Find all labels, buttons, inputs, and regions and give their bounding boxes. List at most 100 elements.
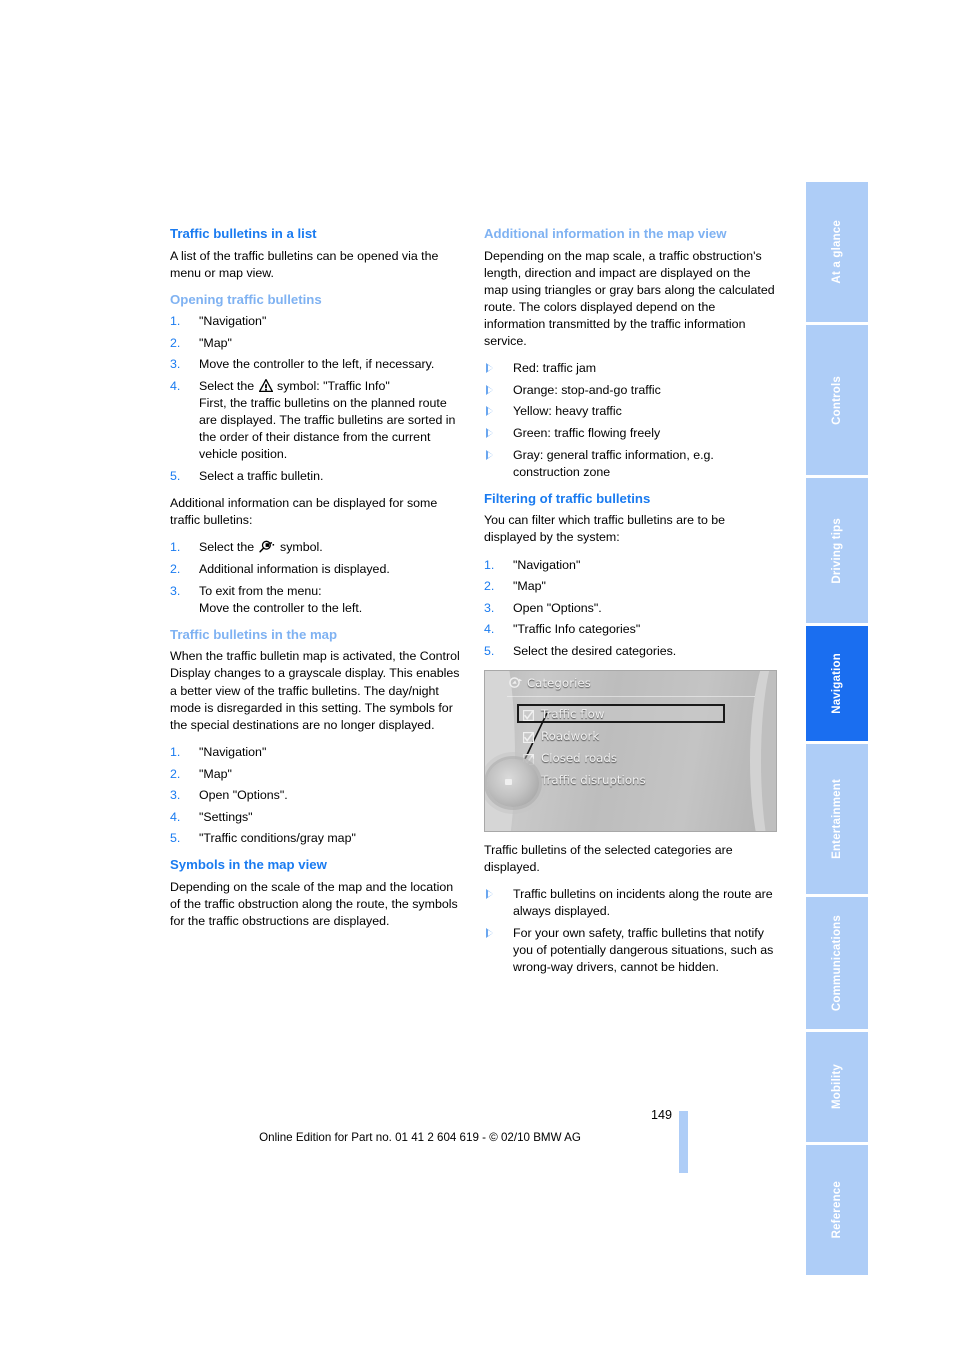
section-filtering-of-traffic-bulletins: Filtering of traffic bulletins You can f… xyxy=(484,491,777,977)
step-text: "Traffic Info categories" xyxy=(513,622,641,637)
right-text-column: Additional information in the map view D… xyxy=(484,226,777,990)
sidebar-tab-label: Controls xyxy=(831,375,843,425)
step-number: 5. xyxy=(170,469,181,484)
list-item: 3. Move the controller to the left, if n… xyxy=(170,356,463,373)
steps-additional-information: 1. Select the symbol. 2. Additional infor… xyxy=(170,539,463,616)
list-item: Red: traffic jam xyxy=(484,360,777,377)
sidebar-tab-navigation[interactable]: Navigation xyxy=(806,626,868,741)
sidebar-tab-label: Driving tips xyxy=(831,517,843,584)
sidebar-tab-label: Mobility xyxy=(831,1064,843,1110)
step-number: 2. xyxy=(170,562,181,577)
list-item: For your own safety, traffic bulletins t… xyxy=(484,925,777,976)
traffic-info-icon xyxy=(509,677,524,690)
category-item-label[interactable]: Roadwork xyxy=(541,729,599,743)
paragraph-map-intro: When the traffic bulletin map is activat… xyxy=(170,649,460,732)
sidebar-tab-communications[interactable]: Communications xyxy=(806,897,868,1029)
step-number: 4. xyxy=(170,379,181,394)
page-edge-marker xyxy=(679,1111,688,1173)
step-number: 2. xyxy=(170,335,181,350)
steps-traffic-bulletins-in-the-map: 1. "Navigation" 2. "Map" 3. Open "Option… xyxy=(170,744,463,848)
step-number: 2. xyxy=(170,766,181,781)
category-item-label[interactable]: Traffic disruptions xyxy=(541,773,646,787)
sidebar-tab-label: At a glance xyxy=(831,220,843,284)
sidebar-tab-mobility[interactable]: Mobility xyxy=(806,1032,868,1142)
list-item: Green: traffic flowing freely xyxy=(484,425,777,442)
triangle-bullet-icon xyxy=(486,384,493,395)
category-item-label[interactable]: Traffic flow xyxy=(541,707,605,721)
sidebar-tab-controls[interactable]: Controls xyxy=(806,325,868,475)
bullets-filtering-notes: Traffic bulletins on incidents along the… xyxy=(484,886,777,976)
list-item: 4. "Settings" xyxy=(170,809,463,826)
step-text: "Map" xyxy=(199,766,232,781)
heading-symbols-in-the-map-view: Symbols in the map view xyxy=(170,857,327,873)
sidebar-tab-at-a-glance[interactable]: At a glance xyxy=(806,182,868,322)
step-number: 4. xyxy=(484,622,495,637)
triangle-bullet-icon xyxy=(486,928,493,939)
list-item: 1. "Navigation" xyxy=(170,313,463,330)
list-item: Gray: general traffic information, e.g. … xyxy=(484,447,777,481)
manual-page: At a glance Controls Driving tips Navigatio… xyxy=(0,0,954,1350)
triangle-bullet-icon xyxy=(486,427,493,438)
step-text: "Navigation" xyxy=(199,744,267,759)
step-text-before-icon: Select the xyxy=(199,379,258,394)
sidebar-tab-entertainment[interactable]: Entertainment xyxy=(806,744,868,894)
step-number: 4. xyxy=(170,809,181,824)
list-item: 2. Additional information is displayed. xyxy=(170,561,463,578)
section-opening-traffic-bulletins: Opening traffic bulletins 1. "Navigation… xyxy=(170,292,463,617)
step-text: Select the desired categories. xyxy=(513,643,677,658)
footer-copyright-note: Online Edition for Part no. 01 41 2 604 … xyxy=(259,1131,581,1144)
step-text: "Settings" xyxy=(199,809,253,824)
triangle-bullet-icon xyxy=(486,449,493,460)
sidebar-tab-driving-tips[interactable]: Driving tips xyxy=(806,478,868,623)
section-tab-rail: At a glance Controls Driving tips Navigatio… xyxy=(806,182,868,1275)
step-text: To exit from the menu: xyxy=(199,583,322,598)
list-item: 2. "Map" xyxy=(170,335,463,352)
step-number: 3. xyxy=(170,583,181,598)
step-text: "Map" xyxy=(199,335,232,350)
list-item: 5. Select the desired categories. xyxy=(484,643,777,660)
step-subtext: Move the controller to the left. xyxy=(199,600,363,615)
step-number: 1. xyxy=(170,540,181,555)
step-number: 5. xyxy=(170,831,181,846)
list-item: 2. "Map" xyxy=(170,766,463,783)
section-symbols-in-the-map-view: Symbols in the map view Depending on the… xyxy=(170,857,463,930)
step-number: 5. xyxy=(484,643,495,658)
triangle-bullet-icon xyxy=(486,363,493,374)
heading-opening-traffic-bulletins: Opening traffic bulletins xyxy=(170,291,322,307)
step-text: "Navigation" xyxy=(513,557,581,572)
sidebar-tab-label: Navigation xyxy=(831,653,843,714)
step-text: Open "Options". xyxy=(199,788,288,803)
step-text: "Map" xyxy=(513,579,546,594)
step-text: Move the controller to the left, if nece… xyxy=(199,357,435,372)
bullet-text: Red: traffic jam xyxy=(513,361,597,376)
bullet-text: Traffic bulletins on incidents along the… xyxy=(513,887,773,919)
step-text: Select a traffic bulletin. xyxy=(199,469,324,484)
controller-highlight-dot xyxy=(505,779,512,786)
step-number: 3. xyxy=(170,788,181,803)
heading-filtering-of-traffic-bulletins: Filtering of traffic bulletins xyxy=(484,490,651,506)
section-additional-information-in-the-map-view: Additional information in the map view D… xyxy=(484,226,777,481)
list-item: 5. "Traffic conditions/gray map" xyxy=(170,830,463,847)
category-item-label[interactable]: Closed roads xyxy=(541,751,617,765)
heading-traffic-bulletins-in-a-list: Traffic bulletins in a list xyxy=(170,226,317,241)
sidebar-tab-label: Communications xyxy=(831,914,843,1012)
idrive-categories-screenshot: Categories Traffic flow Roadwork Closed … xyxy=(484,670,777,833)
list-item: 3. Open "Options". xyxy=(484,600,777,617)
step-number: 1. xyxy=(170,744,181,759)
page-number: 149 xyxy=(650,1108,672,1122)
section-traffic-bulletins-in-the-map: Traffic bulletins in the map When the tr… xyxy=(170,627,463,848)
warning-triangle-icon xyxy=(258,379,273,393)
list-item: 1. Select the symbol. xyxy=(170,539,463,556)
paragraph-additional-map-intro: Depending on the map scale, a traffic ob… xyxy=(484,248,775,349)
checkbox-icon[interactable] xyxy=(523,708,535,722)
list-item: 2. "Map" xyxy=(484,578,777,595)
list-item: Yellow: heavy traffic xyxy=(484,403,777,420)
bullet-text: Yellow: heavy traffic xyxy=(513,404,622,419)
step-text-after-icon: symbol. xyxy=(276,540,323,555)
screenshot-title: Categories xyxy=(527,676,591,691)
sidebar-tab-label: Reference xyxy=(831,1181,843,1239)
checkbox-icon[interactable] xyxy=(523,730,535,744)
sidebar-tab-reference[interactable]: Reference xyxy=(806,1145,868,1275)
step-text: Additional information is displayed. xyxy=(199,562,390,577)
step-number: 3. xyxy=(484,600,495,615)
